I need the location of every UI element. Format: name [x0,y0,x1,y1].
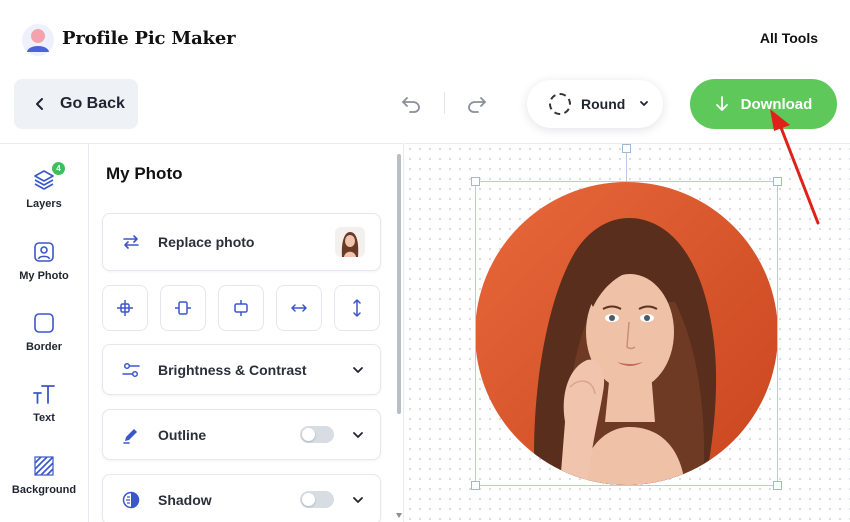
sliders-icon [122,362,140,377]
align-horizontal-center-icon [234,300,248,316]
swap-arrows-icon [123,235,139,249]
resize-handle-top-right[interactable] [773,177,782,186]
download-arrow-icon [715,96,728,111]
align-center-icon [117,300,133,316]
selection-box [475,181,778,486]
tool-rail: 4 Layers My Photo Border Text Background [0,143,89,522]
outline-label: Outline [158,426,207,443]
photo-icon [34,242,54,262]
align-center-button[interactable] [102,285,148,331]
undo-icon[interactable] [400,94,422,114]
rail-label-my-photo: My Photo [19,270,69,282]
align-vertical-center-button[interactable] [160,285,206,331]
outline-toggle[interactable] [300,426,334,443]
app-root: Profile Pic Maker All Tools Go Back Roun… [0,0,850,522]
border-icon [34,313,54,333]
chevron-left-icon [36,98,43,110]
chevron-down-icon [353,366,363,373]
brightness-contrast-section[interactable]: Brightness & Contrast [102,344,381,395]
align-horizontal-center-button[interactable] [218,285,264,331]
layers-count-badge: 4 [52,162,65,175]
resize-handle-bottom-right[interactable] [773,481,782,490]
outline-section[interactable]: Outline [102,409,381,460]
shadow-section[interactable]: Shadow [102,474,381,522]
photo-thumbnail [335,227,365,257]
chevron-down-icon [640,101,649,106]
download-label: Download [740,95,813,113]
stretch-horizontal-icon [291,304,307,312]
rail-label-background: Background [11,484,77,496]
my-photo-panel: My Photo Replace photo Brightness & Cont… [89,143,404,522]
toolbar-divider [444,92,445,114]
shape-dropdown[interactable]: Round [527,80,663,128]
download-button[interactable]: Download [690,79,837,129]
stretch-horizontal-button[interactable] [276,285,322,331]
rotate-handle[interactable] [622,144,631,153]
rail-item-layers[interactable]: 4 Layers [0,162,88,210]
shadow-icon [122,491,140,508]
round-shape-icon [549,93,571,115]
chevron-down-icon [353,496,363,503]
alignment-controls [102,285,382,331]
rail-item-my-photo[interactable]: My Photo [0,240,88,282]
replace-photo-button[interactable]: Replace photo [102,213,381,271]
shape-label: Round [581,96,626,112]
redo-icon[interactable] [466,94,488,114]
rotation-line [626,152,627,182]
resize-handle-bottom-left[interactable] [471,481,480,490]
stretch-vertical-button[interactable] [334,285,380,331]
pen-icon [123,428,137,444]
shadow-label: Shadow [158,491,212,508]
align-vertical-center-icon [175,301,191,315]
rail-item-border[interactable]: Border [0,311,88,353]
stretch-vertical-icon [353,299,361,317]
rail-label-text: Text [33,412,55,424]
chevron-down-icon [353,431,363,438]
shadow-toggle[interactable] [300,491,334,508]
go-back-label: Go Back [60,95,125,112]
background-icon [34,456,54,476]
scroll-down-arrow-icon[interactable] [396,513,402,518]
logo-icon [22,24,54,56]
replace-photo-label: Replace photo [158,234,255,250]
resize-handle-top-left[interactable] [471,177,480,186]
rail-item-background[interactable]: Background [0,454,88,496]
editor-canvas[interactable] [405,143,850,522]
panel-title: My Photo [106,164,183,183]
text-icon [33,385,55,404]
rail-item-text[interactable]: Text [0,382,88,424]
rail-label-border: Border [25,341,63,353]
brand-title[interactable]: Profile Pic Maker [62,28,236,49]
brightness-contrast-label: Brightness & Contrast [158,361,307,378]
header: Profile Pic Maker All Tools [0,0,850,78]
all-tools-link[interactable]: All Tools [760,30,818,46]
rail-label-layers: Layers [26,198,62,210]
panel-scrollbar[interactable] [397,154,401,414]
go-back-button[interactable]: Go Back [14,79,138,129]
